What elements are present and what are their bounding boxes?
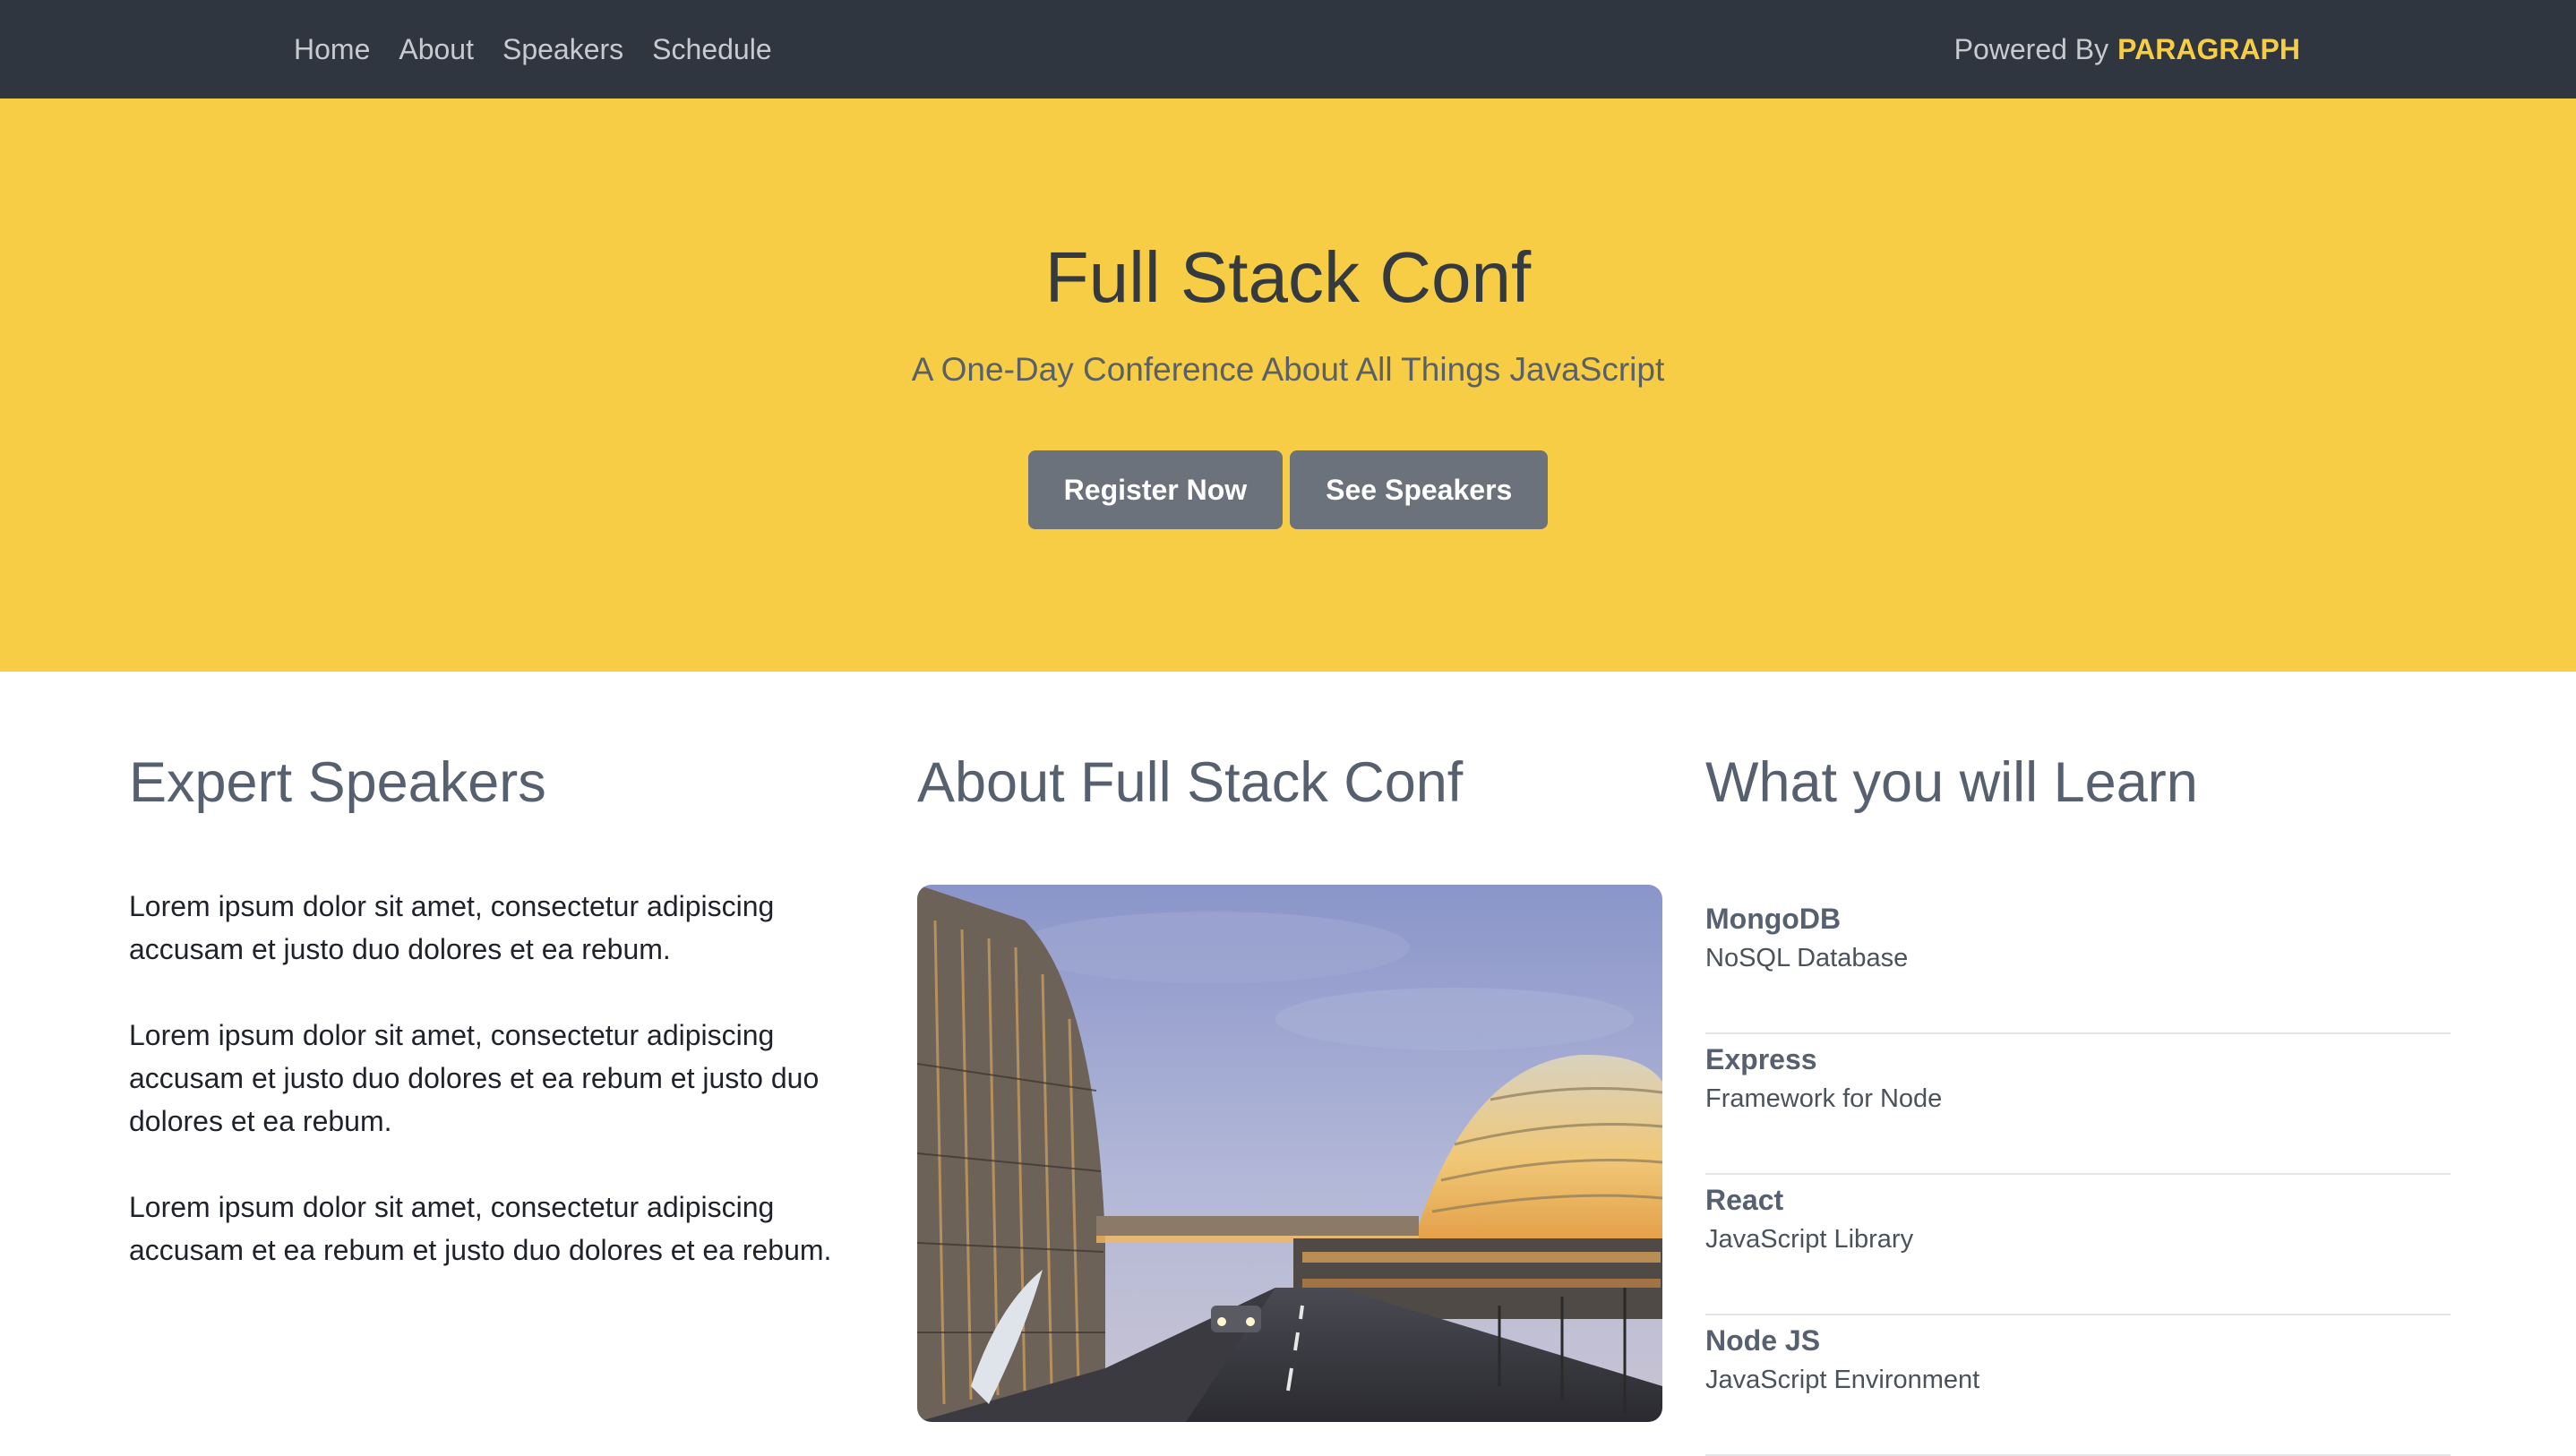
learn-item-name: Express bbox=[1705, 1043, 1817, 1075]
learn-item-name: React bbox=[1705, 1184, 1784, 1216]
powered-by: Powered By PARAGRAPH bbox=[1954, 0, 2300, 98]
nav-link-speakers[interactable]: Speakers bbox=[502, 33, 623, 66]
learn-item-desc: JavaScript Library bbox=[1705, 1225, 1914, 1254]
learn-item: React JavaScript Library bbox=[1705, 1177, 2451, 1315]
speakers-section: Expert Speakers Lorem ipsum dolor sit am… bbox=[129, 751, 863, 1266]
hero-subtitle: A One-Day Conference About All Things Ja… bbox=[911, 351, 1665, 388]
nav-link-about[interactable]: About bbox=[399, 33, 474, 66]
see-speakers-button[interactable]: See Speakers bbox=[1290, 450, 1549, 529]
learn-list: MongoDB NoSQL Database Express Framework… bbox=[1705, 895, 2451, 1456]
learn-item-name: Node JS bbox=[1705, 1324, 1821, 1357]
hero-buttons: Register Now See Speakers bbox=[0, 450, 2576, 529]
nav-links: Home About Speakers Schedule bbox=[294, 0, 801, 98]
learn-item-desc: JavaScript Environment bbox=[1705, 1366, 1980, 1394]
speakers-paragraph: Lorem ipsum dolor sit amet, consectetur … bbox=[129, 1019, 820, 1137]
powered-by-label: Powered By bbox=[1953, 32, 2109, 65]
register-now-button[interactable]: Register Now bbox=[1027, 450, 1284, 529]
speakers-paragraph: Lorem ipsum dolor sit amet, consectetur … bbox=[129, 890, 775, 965]
learn-item: MongoDB NoSQL Database bbox=[1705, 895, 2451, 1034]
about-section: About Full Stack Conf bbox=[917, 751, 1662, 1422]
top-navbar: Home About Speakers Schedule Powered By … bbox=[0, 0, 2576, 98]
hero-banner: Full Stack Conf A One-Day Conference Abo… bbox=[0, 98, 2576, 672]
hero-title: Full Stack Conf bbox=[1044, 237, 1532, 317]
nav-link-schedule[interactable]: Schedule bbox=[652, 33, 771, 66]
nav-link-home[interactable]: Home bbox=[294, 33, 370, 66]
learn-item-desc: Framework for Node bbox=[1705, 1084, 1943, 1113]
learn-section: What you will Learn MongoDB NoSQL Databa… bbox=[1705, 751, 2451, 1456]
learn-heading: What you will Learn bbox=[1705, 751, 2198, 814]
speakers-heading: Expert Speakers bbox=[129, 751, 546, 814]
speakers-paragraph: Lorem ipsum dolor sit amet, consectetur … bbox=[129, 1191, 832, 1266]
learn-item-name: MongoDB bbox=[1705, 903, 1842, 935]
conference-venue-photo bbox=[917, 885, 1662, 1422]
brand-link[interactable]: PARAGRAPH bbox=[2117, 33, 2300, 66]
about-heading: About Full Stack Conf bbox=[917, 751, 1464, 814]
learn-item: Express Framework for Node bbox=[1705, 1036, 2451, 1175]
learn-item: Node JS JavaScript Environment bbox=[1705, 1317, 2451, 1456]
learn-item-desc: NoSQL Database bbox=[1705, 944, 1909, 972]
